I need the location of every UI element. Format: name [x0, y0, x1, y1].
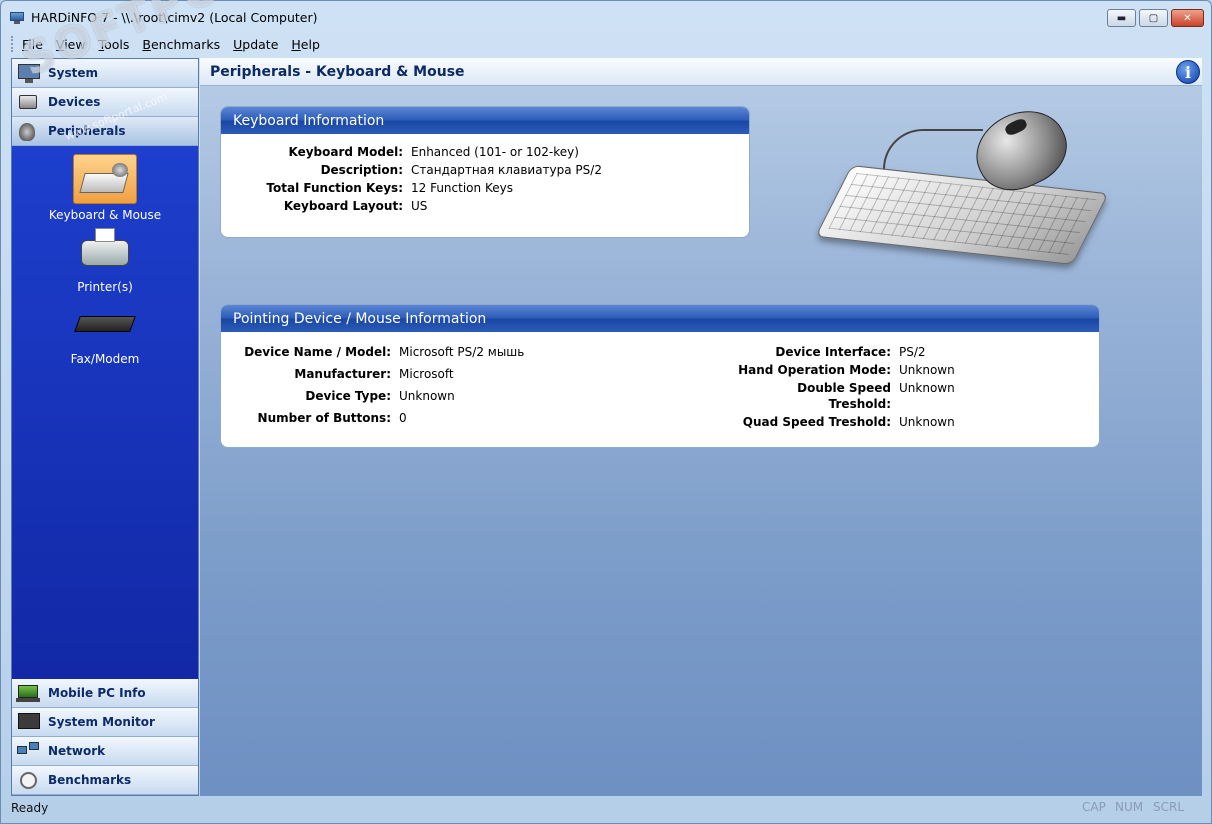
field-label: Quad Speed Treshold: — [742, 415, 891, 429]
category-devices[interactable]: Devices — [12, 88, 198, 117]
num-lock-indicator: NUM — [1115, 800, 1144, 814]
field-value: US — [411, 199, 428, 213]
sidebar: System Devices Peripherals Keyboard & Mo… — [11, 58, 199, 796]
field-value: Unknown — [399, 389, 455, 403]
field-value: Microsoft — [399, 367, 454, 381]
peripherals-panel: Keyboard & Mouse Printer(s) Fax/Modem — [12, 146, 198, 679]
keyboard-mouse-icon — [73, 154, 137, 204]
close-button[interactable]: ✕ — [1171, 9, 1204, 27]
menu-grip — [11, 36, 14, 52]
field-value: 12 Function Keys — [411, 181, 513, 195]
title-bar[interactable]: HARDiNFO 7 - \\.\root\cimv2 (Local Compu… — [1, 1, 1211, 33]
category-label: Devices — [48, 95, 101, 109]
category-system-monitor[interactable]: System Monitor — [12, 708, 198, 737]
field-value: Microsoft PS/2 мышь — [399, 345, 525, 359]
printer-icon — [73, 226, 137, 276]
field-value: Unknown — [899, 381, 955, 395]
field-value: Enhanced (101- or 102-key) — [411, 145, 579, 159]
sub-item-label: Fax/Modem — [70, 352, 140, 366]
app-window: HARDiNFO 7 - \\.\root\cimv2 (Local Compu… — [0, 0, 1212, 824]
category-label: Network — [48, 744, 106, 758]
field-label: Device Name / Model: — [244, 345, 391, 359]
hardinfo-app-icon[interactable] — [9, 9, 25, 25]
field-label: Description: — [320, 163, 403, 177]
field-value: Стандартная клавиатура PS/2 — [411, 163, 602, 177]
field-label: Device Type: — [305, 389, 391, 403]
sub-item-label: Printer(s) — [77, 280, 133, 294]
menu-benchmarks[interactable]: Benchmarks — [142, 37, 220, 52]
field-label: Device Interface: — [775, 345, 891, 359]
content-area: Peripherals - Keyboard & Mouse i Keyboar… — [200, 58, 1202, 796]
field-value: Unknown — [899, 415, 955, 429]
info-icon[interactable]: i — [1176, 60, 1200, 84]
menu-update[interactable]: Update — [233, 37, 278, 52]
category-system[interactable]: System — [12, 59, 198, 88]
field-label: Keyboard Layout: — [283, 199, 403, 213]
category-peripherals[interactable]: Peripherals — [12, 117, 198, 146]
field-value: 0 — [399, 411, 407, 425]
page-title: Peripherals - Keyboard & Mouse — [210, 63, 465, 80]
category-label: Peripherals — [48, 124, 126, 138]
field-label: Total Function Keys: — [266, 181, 403, 195]
laptop-icon — [16, 682, 42, 704]
monitor-icon — [16, 711, 42, 733]
menu-tools[interactable]: Tools — [99, 37, 130, 52]
category-mobile-pc-info[interactable]: Mobile PC Info — [12, 679, 198, 708]
panel-title: Keyboard Information — [221, 107, 749, 134]
computer-icon — [16, 62, 42, 84]
sub-item-keyboard-mouse[interactable]: Keyboard & Mouse — [12, 154, 198, 222]
category-benchmarks[interactable]: Benchmarks — [12, 766, 198, 795]
category-label: Benchmarks — [48, 773, 132, 787]
menu-view[interactable]: View — [56, 37, 86, 52]
status-text: Ready — [11, 801, 49, 815]
category-label: System Monitor — [48, 715, 155, 729]
status-bar: Ready CAP NUM SCRL — [1, 797, 1211, 819]
field-value: PS/2 — [899, 345, 926, 359]
mouse-info-panel: Pointing Device / Mouse Information Devi… — [220, 304, 1100, 448]
menu-file[interactable]: File — [22, 37, 43, 52]
modem-icon — [73, 298, 137, 348]
scroll-lock-indicator: SCRL — [1153, 800, 1185, 814]
category-label: System — [48, 66, 98, 80]
sub-item-printers[interactable]: Printer(s) — [12, 226, 198, 294]
keyboard-info-panel: Keyboard Information Keyboard Model: Enh… — [220, 106, 750, 238]
content-header: Peripherals - Keyboard & Mouse i — [200, 58, 1202, 86]
caps-lock-indicator: CAP — [1082, 800, 1106, 814]
network-icon — [16, 740, 42, 762]
category-label: Mobile PC Info — [48, 686, 146, 700]
menu-help[interactable]: Help — [291, 37, 320, 52]
menu-bar: File View Tools Benchmarks Update Help — [11, 34, 333, 54]
keyboard-mouse-illustration — [815, 97, 1109, 283]
panel-title: Pointing Device / Mouse Information — [221, 305, 1099, 332]
devices-icon — [16, 91, 42, 113]
minimize-button[interactable]: ▬ — [1107, 9, 1136, 27]
field-label: Double Speed Treshold: — [797, 381, 891, 411]
field-label: Hand Operation Mode: — [738, 363, 891, 377]
maximize-button[interactable]: ▢ — [1139, 9, 1168, 27]
field-label: Number of Buttons: — [257, 411, 391, 425]
sub-item-fax-modem[interactable]: Fax/Modem — [12, 298, 198, 366]
category-network[interactable]: Network — [12, 737, 198, 766]
mouse-icon — [16, 120, 42, 142]
field-label: Keyboard Model: — [288, 145, 404, 159]
field-value: Unknown — [899, 363, 955, 377]
window-title: HARDiNFO 7 - \\.\root\cimv2 (Local Compu… — [31, 9, 318, 25]
stopwatch-icon — [16, 769, 42, 791]
sub-item-label: Keyboard & Mouse — [48, 208, 162, 222]
field-label: Manufacturer: — [294, 367, 391, 381]
